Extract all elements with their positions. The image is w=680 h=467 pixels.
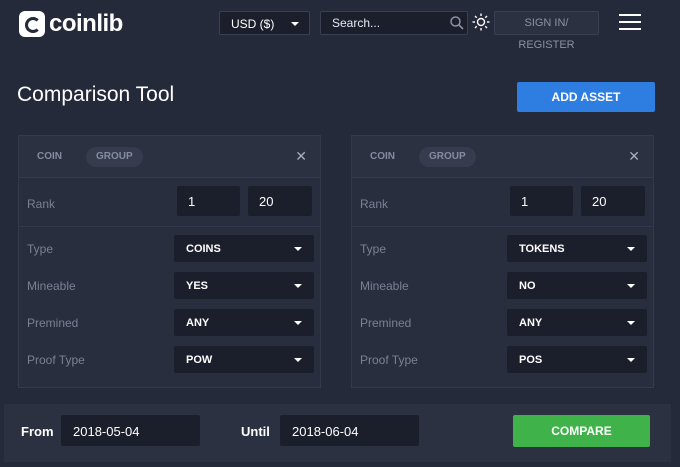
type-select[interactable]: TOKENS xyxy=(507,235,647,262)
logo-text: coinlib xyxy=(49,10,123,37)
from-label: From xyxy=(21,424,54,439)
premined-value: ANY xyxy=(519,317,543,329)
mineable-value: NO xyxy=(519,280,536,292)
tab-coin[interactable]: COIN xyxy=(37,147,62,167)
proof-type-select[interactable]: POS xyxy=(507,346,647,373)
tab-group[interactable]: GROUP xyxy=(419,147,476,167)
sun-icon[interactable] xyxy=(472,13,490,31)
type-label: Type xyxy=(27,242,54,256)
chevron-down-icon xyxy=(294,247,302,251)
premined-select[interactable]: ANY xyxy=(507,309,647,336)
type-label: Type xyxy=(360,242,387,256)
currency-value: USD ($) xyxy=(231,17,275,31)
card-header: COIN GROUP ✕ xyxy=(352,136,653,178)
rank-from-input[interactable]: 1 xyxy=(177,186,240,216)
rank-to-input[interactable]: 20 xyxy=(581,186,645,216)
chevron-down-icon xyxy=(291,22,299,26)
mineable-select[interactable]: NO xyxy=(507,272,647,299)
divider xyxy=(19,226,320,227)
search-icon[interactable] xyxy=(450,16,464,30)
rank-from-input[interactable]: 1 xyxy=(510,186,573,216)
from-date-input[interactable]: 2018-05-04 xyxy=(61,415,200,446)
mineable-select[interactable]: YES xyxy=(174,272,314,299)
chevron-down-icon xyxy=(294,321,302,325)
mineable-value: YES xyxy=(186,280,209,292)
until-date-input[interactable]: 2018-06-04 xyxy=(280,415,419,446)
date-range-bar: From 2018-05-04 Until 2018-06-04 COMPARE xyxy=(4,404,671,462)
signin-register-button[interactable]: SIGN IN/ REGISTER xyxy=(494,11,599,51)
chevron-down-icon xyxy=(627,284,635,288)
asset-card-1: COIN GROUP ✕ Rank 1 20 Type COINS Mineab… xyxy=(18,135,321,388)
page-title: Comparison Tool xyxy=(17,83,175,106)
menu-icon[interactable] xyxy=(619,14,641,32)
mineable-label: Mineable xyxy=(360,279,409,293)
proof-type-label: Proof Type xyxy=(360,353,418,367)
premined-label: Premined xyxy=(360,316,412,330)
close-icon[interactable]: ✕ xyxy=(628,149,640,163)
chevron-down-icon xyxy=(627,321,635,325)
add-asset-button[interactable]: ADD ASSET xyxy=(517,82,655,112)
divider xyxy=(352,226,653,227)
tab-group[interactable]: GROUP xyxy=(86,147,143,167)
premined-value: ANY xyxy=(186,317,210,329)
asset-card-2: COIN GROUP ✕ Rank 1 20 Type TOKENS Minea… xyxy=(351,135,654,388)
premined-label: Premined xyxy=(27,316,79,330)
chevron-down-icon xyxy=(294,284,302,288)
premined-select[interactable]: ANY xyxy=(174,309,314,336)
proof-type-value: POS xyxy=(519,354,543,366)
type-value: TOKENS xyxy=(519,243,565,255)
search-box xyxy=(320,11,468,35)
until-label: Until xyxy=(241,424,270,439)
logo[interactable]: coinlib xyxy=(19,10,123,38)
type-select[interactable]: COINS xyxy=(174,235,314,262)
tab-coin[interactable]: COIN xyxy=(370,147,395,167)
logo-icon xyxy=(19,11,45,37)
close-icon[interactable]: ✕ xyxy=(295,149,307,163)
type-value: COINS xyxy=(186,243,221,255)
chevron-down-icon xyxy=(294,358,302,362)
proof-type-value: POW xyxy=(186,354,213,366)
mineable-label: Mineable xyxy=(27,279,76,293)
currency-select[interactable]: USD ($) xyxy=(219,11,310,35)
card-header: COIN GROUP ✕ xyxy=(19,136,320,178)
chevron-down-icon xyxy=(627,358,635,362)
rank-label: Rank xyxy=(27,197,56,211)
top-bar: coinlib USD ($) SIGN IN/ REGISTER xyxy=(0,0,680,51)
chevron-down-icon xyxy=(627,247,635,251)
proof-type-label: Proof Type xyxy=(27,353,85,367)
search-input[interactable] xyxy=(332,16,450,30)
rank-label: Rank xyxy=(360,197,389,211)
compare-button[interactable]: COMPARE xyxy=(513,415,650,447)
proof-type-select[interactable]: POW xyxy=(174,346,314,373)
rank-to-input[interactable]: 20 xyxy=(248,186,312,216)
